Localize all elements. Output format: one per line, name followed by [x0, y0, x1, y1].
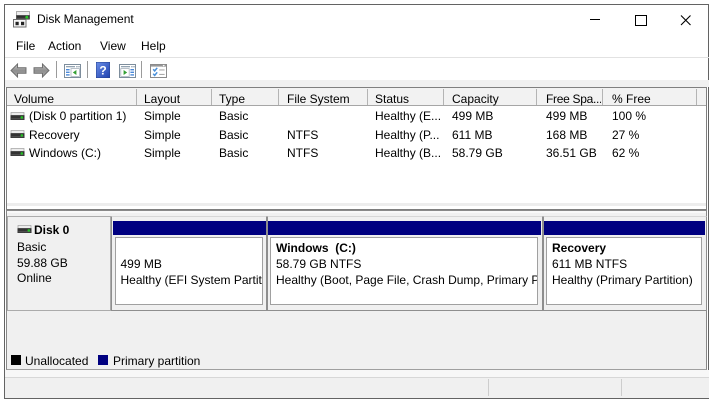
svg-text:?: ?: [99, 64, 106, 78]
